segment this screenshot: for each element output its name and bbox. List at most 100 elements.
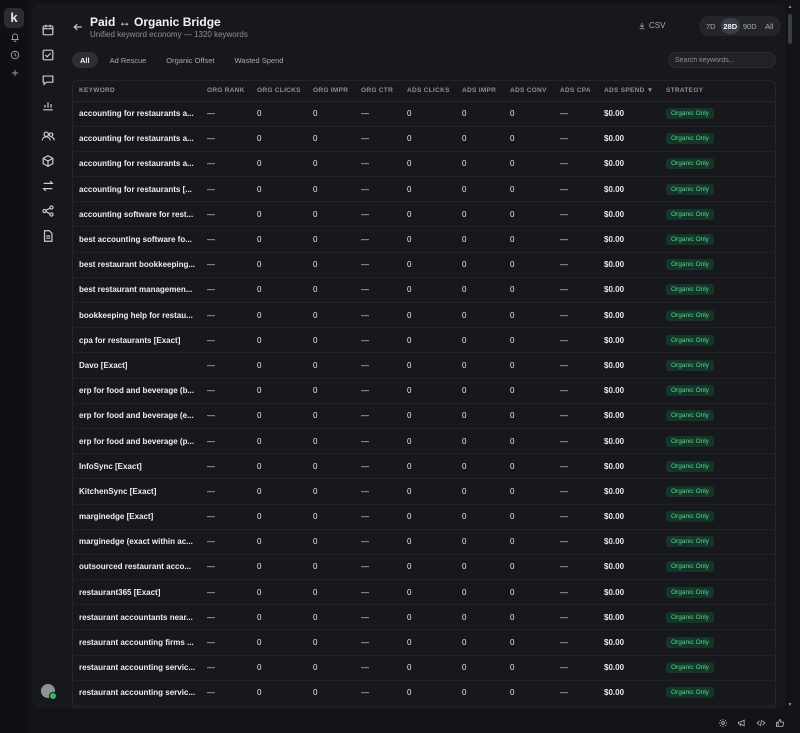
table-row[interactable]: accounting for restaurants [... —0 0—0 0 0— $… [73,176,775,203]
cell-org-clicks: 0 [251,252,307,278]
table-row[interactable]: best restaurant bookkeeping... —0 0—0 0 0— $0… [73,252,775,278]
cell-org-clicks: 0 [251,554,307,581]
chat-icon[interactable] [40,72,56,88]
cell-org-ctr: — [355,604,401,631]
filter-ad-rescue[interactable]: Ad Rescue [102,52,155,68]
cell-ads-cpa: — [554,529,598,555]
cell-ads-impr: 0 [456,504,504,530]
strategy-badge: Organic Only [666,435,714,447]
cell-org-impr: 0 [307,453,355,480]
calendar-icon[interactable] [40,22,56,38]
cell-org-clicks: 0 [251,226,307,253]
table-row[interactable]: outsourced restaurant acco... —0 0—0 0 0— $0.… [73,554,775,581]
checkbox-icon[interactable] [40,47,56,63]
col-ads-spend[interactable]: ADS SPEND ▼ [598,81,660,102]
table-row[interactable]: best accounting software fo... —0 0—0 0 0— $0… [73,226,775,253]
cell-ads-spend: $0.00 [598,176,660,203]
table-row[interactable]: erp for food and beverage (b... —0 0—0 0 0— $… [73,378,775,404]
cell-org-impr: 0 [307,428,355,455]
cell-org-rank: — [201,151,251,178]
table-row[interactable]: cpa for restaurants [Exact] —0 0—0 0 0— $0.00… [73,327,775,354]
settings-icon[interactable] [716,716,729,729]
col-ads-impr[interactable]: ADS IMPR [456,81,504,102]
cell-strategy: Organic Only [660,579,775,606]
table-row[interactable]: marginedge [Exact] —0 0—0 0 0— $0.00 Organic O… [73,504,775,530]
table-row[interactable]: restaurant accountants near... —0 0—0 0 0— $0… [73,604,775,631]
table-row[interactable]: bookkeeping help for restau... —0 0—0 0 0— $0… [73,302,775,329]
table-row[interactable]: accounting for restaurants a... —0 0—0 0 0— $… [73,101,775,127]
cell-org-ctr: — [355,151,401,178]
page-scrollbar[interactable]: ▲ ▼ [787,4,793,710]
document-icon[interactable] [40,228,56,244]
cell-strategy: Organic Only [660,226,775,253]
scroll-down-icon[interactable]: ▼ [787,702,793,708]
col-org-clicks[interactable]: ORG CLICKS [251,81,307,102]
cell-ads-clicks: 0 [401,554,456,581]
col-org-ctr[interactable]: ORG CTR [355,81,401,102]
cell-ads-conv: 0 [504,655,554,681]
table-row[interactable]: restaurant365 [Exact] —0 0—0 0 0— $0.00 Organi… [73,579,775,606]
cell-ads-conv: 0 [504,277,554,304]
col-strategy[interactable]: STRATEGY [660,81,775,102]
back-arrow-icon[interactable] [72,20,88,36]
table-row[interactable]: accounting software for rest... —0 0—0 0 0— $… [73,201,775,228]
strategy-badge: Organic Only [666,309,714,321]
col-ads-clicks[interactable]: ADS CLICKS [401,81,456,102]
share-icon[interactable] [40,203,56,219]
cell-strategy: Organic Only [660,453,775,480]
box-icon[interactable] [40,153,56,169]
table-row[interactable]: restaurant accounting servic... —0 0—0 0 0— $… [73,680,775,707]
cell-org-rank: — [201,579,251,606]
table-row[interactable]: KitchenSync [Exact] —0 0—0 0 0— $0.00 Organic … [73,478,775,505]
table-row[interactable]: marginedge (exact within ac... —0 0—0 0 0— $0… [73,529,775,555]
plus-icon[interactable] [6,66,24,84]
cell-ads-conv: 0 [504,428,554,455]
range-90d[interactable]: 90D [740,18,760,34]
range-all[interactable]: All [760,18,780,34]
users-icon[interactable] [40,128,56,144]
avatar[interactable] [41,684,57,700]
bell-icon[interactable] [6,30,24,48]
range-7d[interactable]: 7D [701,18,721,34]
col-ads-cpa[interactable]: ADS CPA [554,81,598,102]
table-row[interactable]: erp for food and beverage (p... —0 0—0 0 0— $… [73,428,775,455]
cell-ads-conv: 0 [504,302,554,329]
cell-ads-cpa: — [554,302,598,329]
filter-organic-offset[interactable]: Organic Offset [158,52,222,68]
code-icon[interactable] [754,716,767,729]
cell-org-ctr: — [355,529,401,555]
scroll-thumb[interactable] [788,14,792,44]
cell-ads-impr: 0 [456,252,504,278]
bar-chart-icon[interactable] [40,97,56,113]
table-row[interactable]: restaurant accounting servic... —0 0—0 0 0— $… [73,655,775,681]
thumbs-up-icon[interactable] [773,716,786,729]
table-row[interactable]: restaurant accounting firms ... —0 0—0 0 0— $… [73,629,775,656]
col-keyword[interactable]: KEYWORD [73,81,201,102]
cell-ads-spend: $0.00 [598,226,660,253]
table-row[interactable]: accounting for restaurants a... —0 0—0 0 0— $… [73,126,775,152]
workspace-logo[interactable]: k [4,8,24,28]
table-row[interactable]: erp for food and beverage (e... —0 0—0 0 0— $… [73,403,775,429]
table-row[interactable]: accounting for restaurants a... —0 0—0 0 0— $… [73,151,775,178]
table-row[interactable]: InfoSync [Exact] —0 0—0 0 0— $0.00 Organic Onl… [73,453,775,480]
filter-all[interactable]: All [72,52,98,68]
scroll-up-icon[interactable]: ▲ [787,4,793,10]
col-org-rank[interactable]: ORG RANK [201,81,251,102]
swap-icon[interactable] [40,178,56,194]
history-icon[interactable] [6,48,24,66]
cell-org-clicks: 0 [251,655,307,681]
megaphone-icon[interactable] [735,716,748,729]
search-input[interactable] [675,56,767,64]
range-28d[interactable]: 28D [720,18,740,34]
csv-export-button[interactable]: CSV [638,21,665,30]
cell-ads-impr: 0 [456,151,504,178]
cell-org-ctr: — [355,176,401,203]
col-ads-conv[interactable]: ADS CONV [504,81,554,102]
cell-org-clicks: 0 [251,378,307,404]
col-org-impr[interactable]: ORG IMPR [307,81,355,102]
filter-wasted-spend[interactable]: Wasted Spend [227,52,292,68]
cell-ads-cpa: — [554,126,598,152]
table-row[interactable]: Davo [Exact] —0 0—0 0 0— $0.00 Organic Only [73,352,775,379]
table-row[interactable]: best restaurant managemen... —0 0—0 0 0— $0.0… [73,277,775,304]
cell-strategy: Organic Only [660,126,775,152]
